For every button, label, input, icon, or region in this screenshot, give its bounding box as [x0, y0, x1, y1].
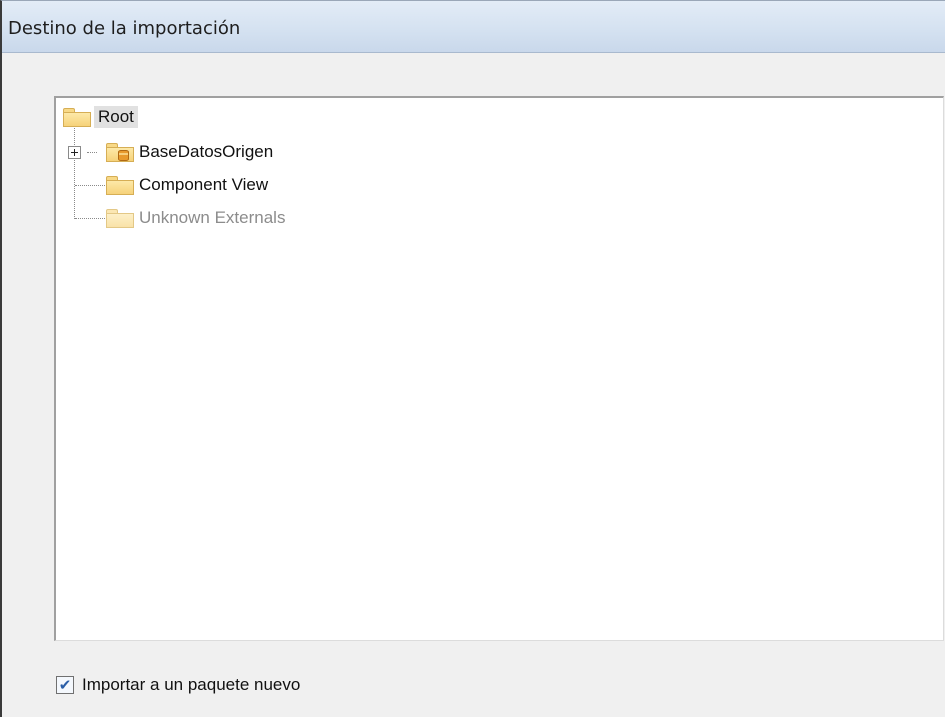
folder-icon	[105, 174, 135, 196]
expand-icon[interactable]	[68, 146, 81, 159]
tree-item-basedatosorigen[interactable]: BaseDatosOrigen	[105, 139, 273, 165]
title-bar: Destino de la importación	[2, 1, 945, 53]
database-folder-icon	[105, 141, 135, 163]
tree-item-label: Unknown Externals	[139, 208, 286, 227]
tree-item-label: BaseDatosOrigen	[139, 142, 274, 161]
window-title: Destino de la importación	[8, 18, 241, 39]
tree-connector-line	[87, 152, 97, 153]
tree-connector-line	[75, 218, 105, 219]
import-new-package-option[interactable]: ✔ Importar a un paquete nuevo	[56, 675, 300, 695]
tree-connector-line	[74, 128, 75, 219]
folder-icon	[62, 106, 92, 128]
tree-item-unknown-externals[interactable]: Unknown Externals	[105, 205, 285, 231]
tree-item-component-view[interactable]: Component View	[105, 172, 268, 198]
tree-item-label: Root	[94, 106, 138, 128]
checkmark-icon: ✔	[58, 675, 72, 694]
import-new-package-label[interactable]: Importar a un paquete nuevo	[82, 675, 300, 695]
package-tree[interactable]: Root BaseDatosOrigen Component View Unkn…	[54, 96, 944, 641]
import-new-package-checkbox[interactable]: ✔	[56, 676, 74, 694]
tree-item-root[interactable]: Root	[62, 104, 138, 130]
tree-connector-line	[75, 185, 105, 186]
folder-icon	[105, 207, 135, 229]
tree-item-label: Component View	[139, 175, 269, 194]
